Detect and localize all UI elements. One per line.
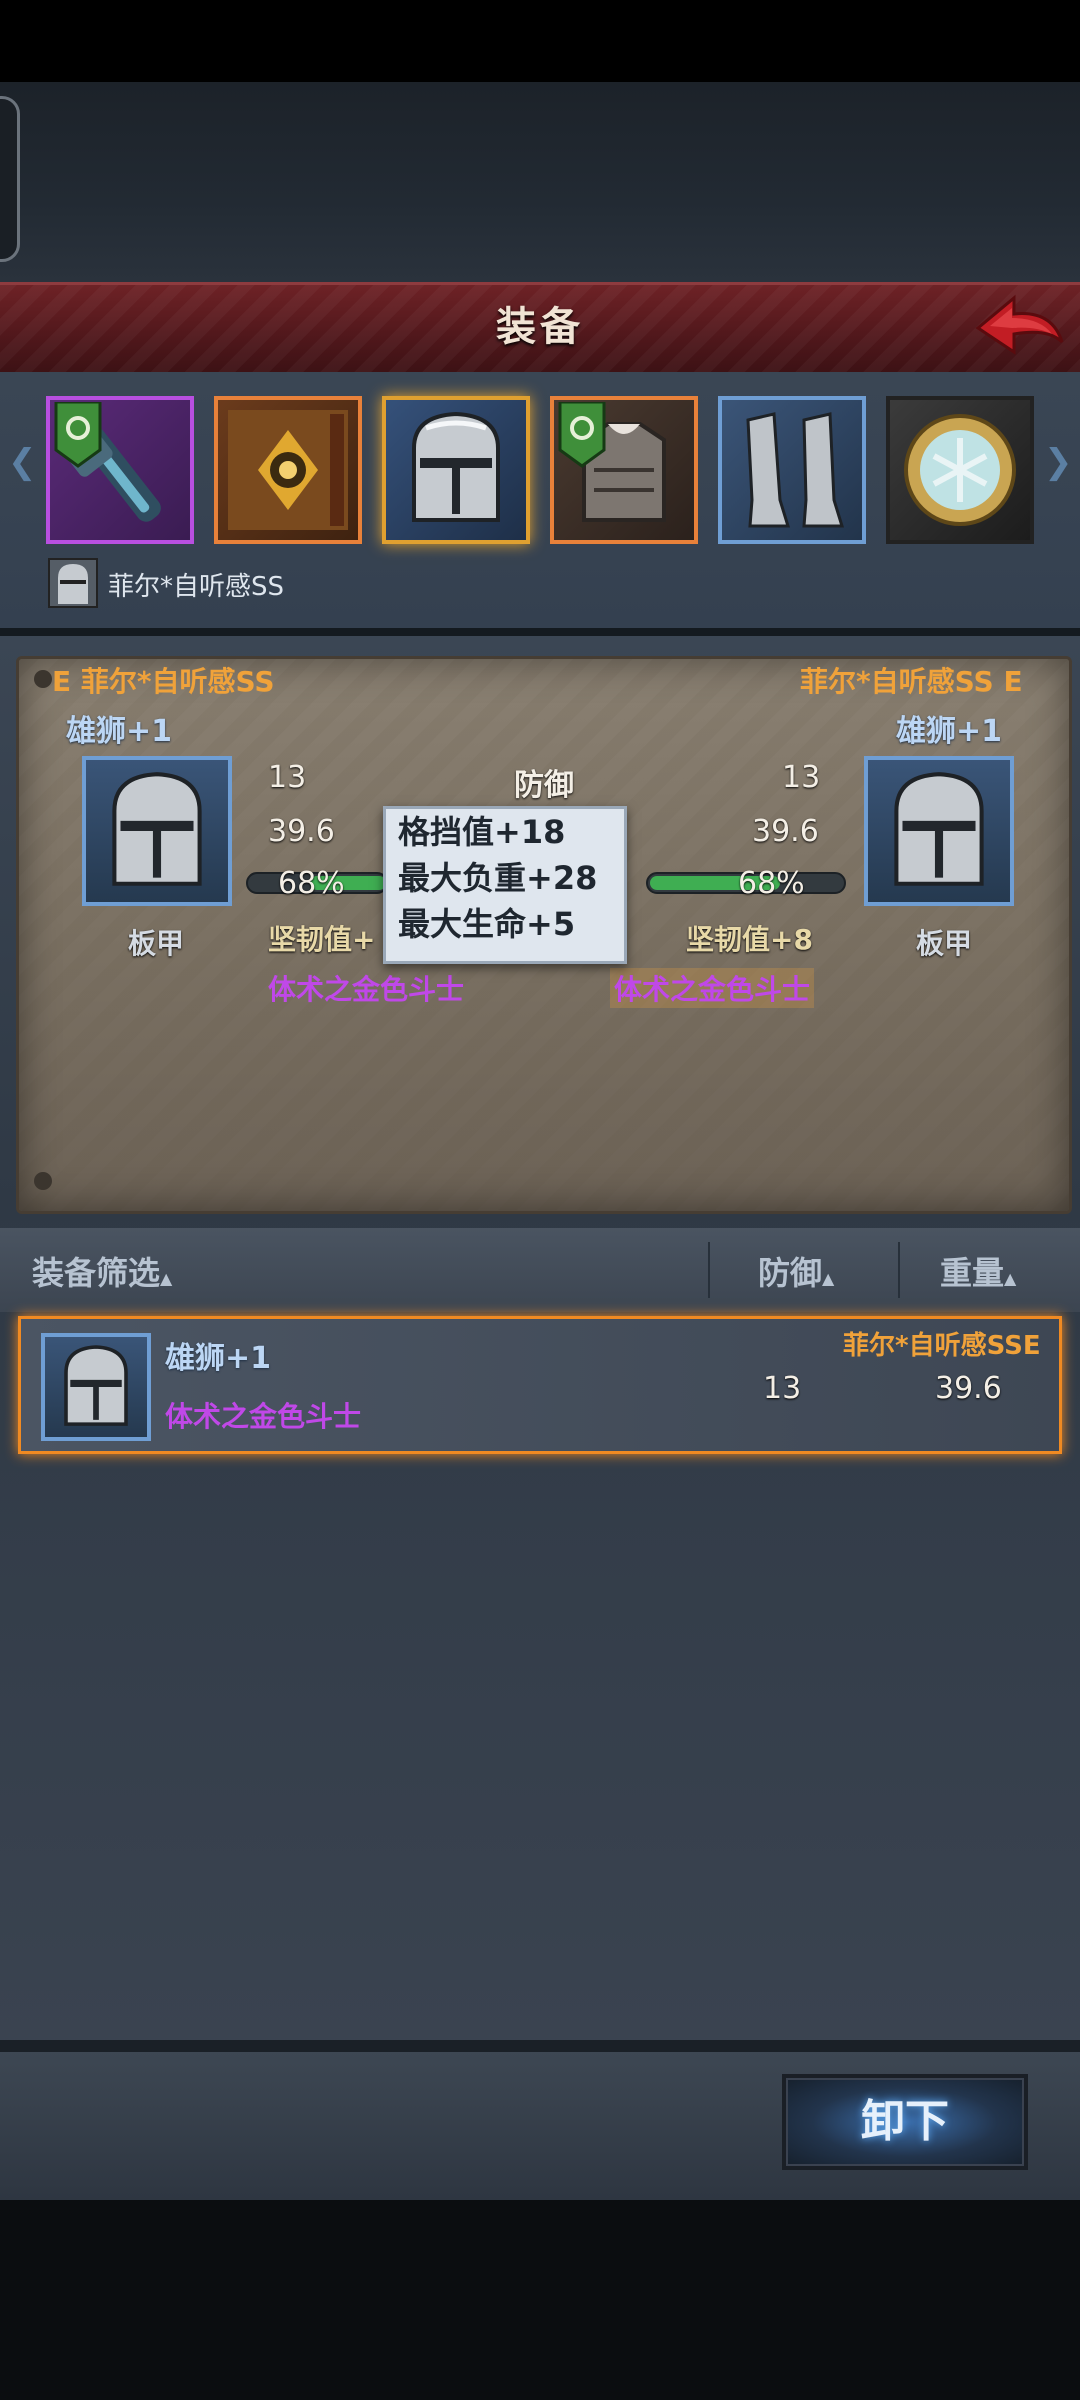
- filter-label: 装备筛选: [32, 1254, 161, 1292]
- tooltip-line: 最大生命+5: [398, 905, 576, 943]
- row-item-name: 雄狮+1: [165, 1341, 272, 1376]
- back-arrow-icon: [975, 294, 1064, 355]
- sort-icon: ▲: [822, 1269, 835, 1288]
- bottom-area: [0, 2200, 1080, 2400]
- helmet-icon: [112, 772, 202, 886]
- left-item-name: 雄狮+1: [66, 714, 173, 749]
- stat-tooltip: 格挡值+18 最大负重+28 最大生命+5: [383, 806, 627, 964]
- sort-icon: ▲: [160, 1269, 173, 1288]
- equipment-slot-amulet[interactable]: [886, 396, 1034, 544]
- back-button[interactable]: [970, 290, 1070, 366]
- row-owner: 菲尔*自听感SSE: [843, 1331, 1041, 1361]
- right-toughness: 坚韧值+8: [686, 923, 813, 956]
- equipment-slot-armor[interactable]: [550, 396, 698, 544]
- rivet-icon: [34, 670, 52, 688]
- divider: [0, 2040, 1080, 2052]
- left-set-name: 体术之金色斗士: [268, 973, 465, 1006]
- right-item-icon-box: [864, 756, 1014, 906]
- character-name: 菲尔*自听感SS: [108, 572, 285, 602]
- amulet-icon: [904, 414, 1016, 526]
- right-defense: 13: [782, 760, 821, 795]
- unequip-label: 卸下: [861, 2096, 949, 2147]
- tooltip-line: 格挡值+18: [398, 813, 566, 851]
- helmet-icon: [64, 1345, 128, 1426]
- equipment-slot-helmet[interactable]: [382, 396, 530, 544]
- helmet-icon: [412, 411, 500, 522]
- right-owner: 菲尔*自听感SS E: [800, 665, 1023, 698]
- scroll-right-icon[interactable]: ❯: [1044, 442, 1073, 482]
- defense-label: 防御: [514, 768, 574, 803]
- status-bar-area: [0, 0, 1080, 82]
- right-weight: 39.6: [752, 814, 819, 849]
- left-item-icon-box: [82, 756, 232, 906]
- table-row[interactable]: 雄狮+1 体术之金色斗士 菲尔*自听感SSE 13 39.6: [18, 1316, 1062, 1454]
- sort-icon: ▲: [1004, 1269, 1017, 1288]
- row-weight: 39.6: [935, 1371, 1002, 1406]
- guild-badge-icon: [558, 400, 606, 472]
- right-item-name: 雄狮+1: [896, 714, 1003, 749]
- column-divider: [708, 1242, 710, 1298]
- left-defense: 13: [268, 760, 307, 795]
- column-defense-label: 防御: [758, 1254, 823, 1292]
- tooltip-line: 最大负重+28: [398, 859, 598, 897]
- upper-background: [0, 82, 1080, 282]
- sort-weight-button[interactable]: 重量▲: [940, 1248, 1016, 1294]
- left-item-type: 板甲: [128, 927, 185, 960]
- filter-button[interactable]: 装备筛选▲: [32, 1248, 172, 1294]
- greaves-icon: [746, 412, 845, 528]
- left-durability: 68%: [278, 866, 345, 901]
- divider: [0, 628, 1080, 636]
- rivet-icon: [34, 1172, 52, 1190]
- tome-icon: [228, 410, 348, 530]
- equipment-slot-greaves[interactable]: [718, 396, 866, 544]
- left-owner: E 菲尔*自听感SS: [52, 665, 275, 698]
- column-divider: [898, 1242, 900, 1298]
- page-title: 装备: [496, 304, 584, 350]
- left-toughness: 坚韧值+: [268, 923, 376, 956]
- scroll-left-icon[interactable]: ❮: [8, 442, 37, 482]
- row-set-name: 体术之金色斗士: [165, 1400, 362, 1433]
- helmet-icon: [894, 772, 984, 886]
- right-durability: 68%: [738, 866, 805, 901]
- right-item-type: 板甲: [916, 927, 973, 960]
- equipment-slot-mace[interactable]: [46, 396, 194, 544]
- equipment-slot-tome[interactable]: [214, 396, 362, 544]
- row-item-icon-box: [41, 1333, 151, 1441]
- row-defense: 13: [763, 1371, 802, 1406]
- unequip-button[interactable]: 卸下: [782, 2074, 1028, 2170]
- left-weight: 39.6: [268, 814, 335, 849]
- right-set-name: 体术之金色斗士: [610, 968, 815, 1008]
- character-avatar: [48, 558, 98, 608]
- side-handle[interactable]: [0, 96, 20, 262]
- sort-defense-button[interactable]: 防御▲: [758, 1248, 834, 1294]
- column-weight-label: 重量: [940, 1254, 1005, 1292]
- guild-badge-icon: [54, 400, 102, 472]
